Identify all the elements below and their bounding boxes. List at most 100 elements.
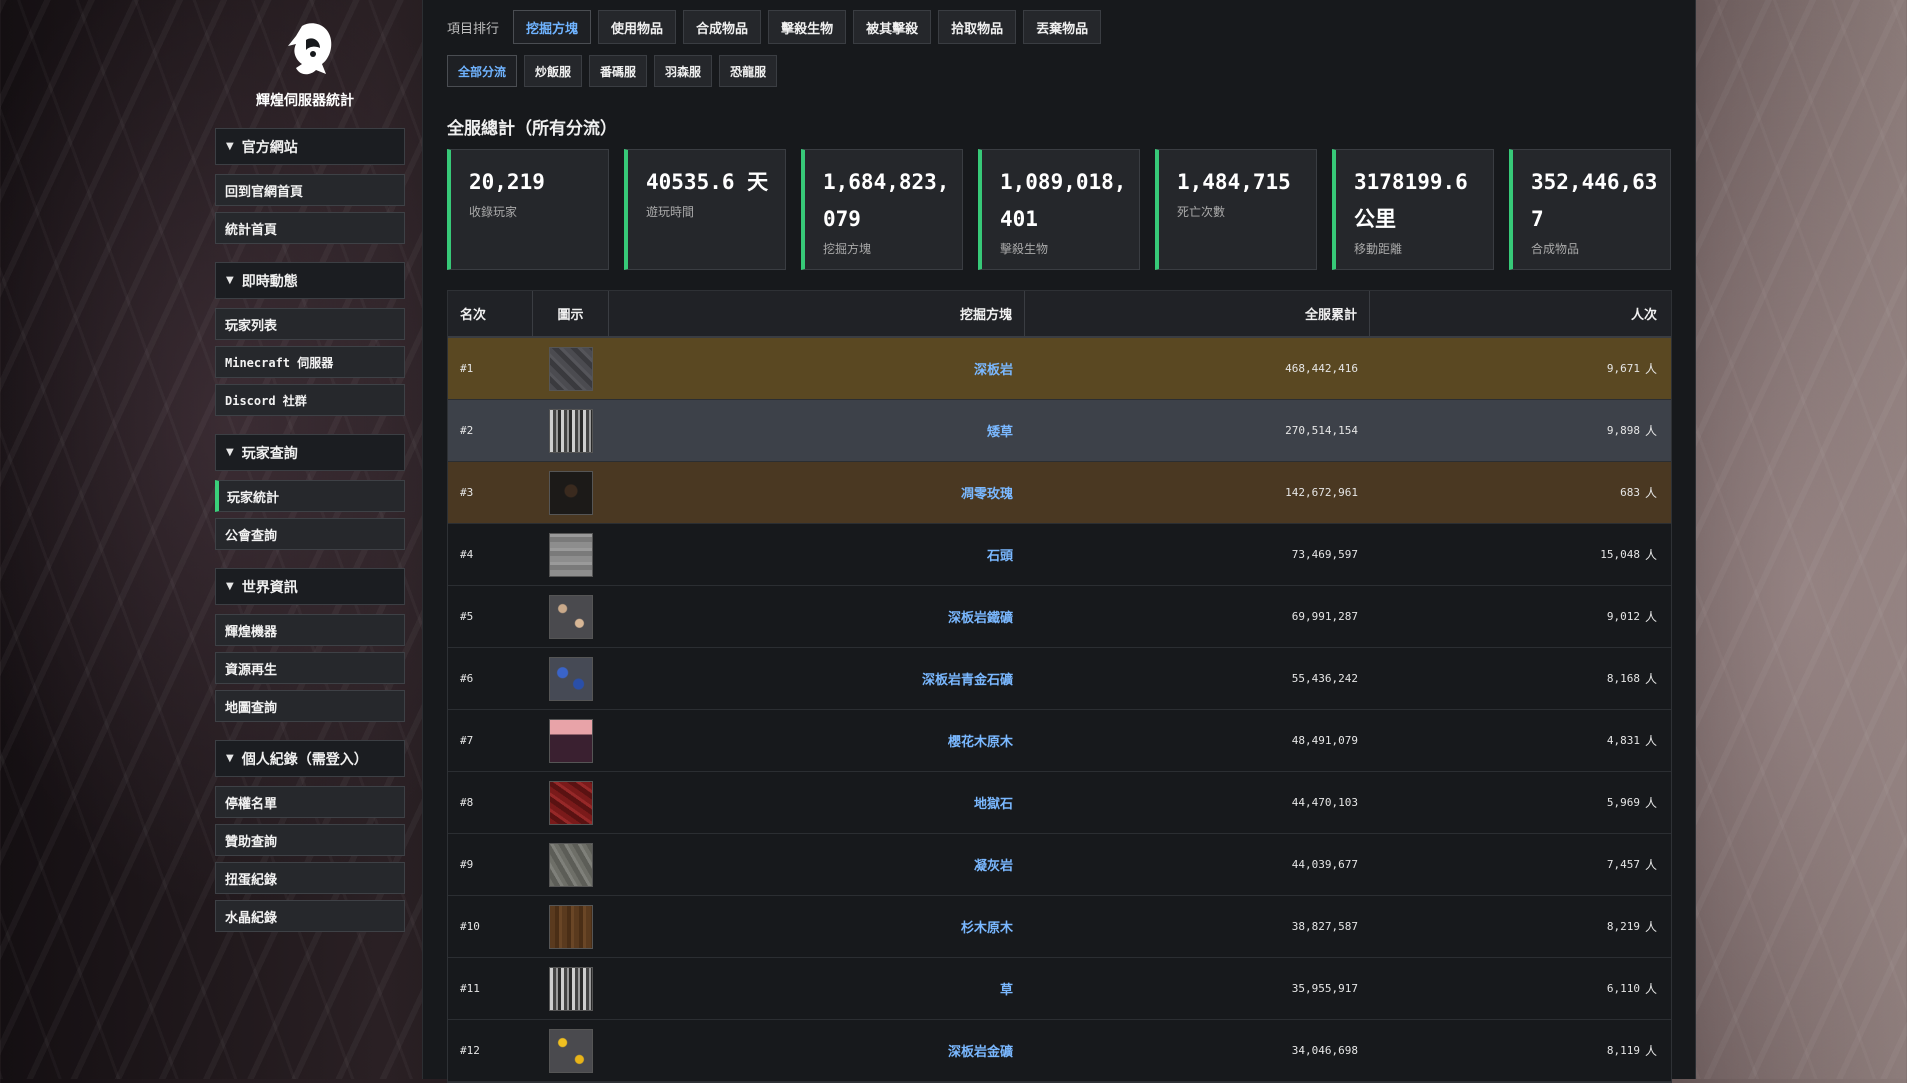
count-cell: 4,831 人 xyxy=(1370,710,1669,771)
wither-rose-block-icon xyxy=(549,470,593,515)
server-tabs: 全部分流 炒飯服 番碼服 羽森服 恐龍服 xyxy=(447,55,784,87)
count-unit: 人 xyxy=(1644,672,1657,686)
count-value: 8,168 xyxy=(1606,672,1640,685)
block-link[interactable]: 深板岩金礦 xyxy=(948,1041,1013,1060)
block-link[interactable]: 杉木原木 xyxy=(961,917,1013,936)
netherrack-block-icon xyxy=(549,780,593,825)
count-cell: 9,012 人 xyxy=(1370,586,1669,647)
count-unit: 人 xyxy=(1644,796,1657,810)
block-link[interactable]: 矮草 xyxy=(987,421,1013,440)
sidebar-item[interactable]: 水晶紀錄 xyxy=(215,900,405,932)
count-unit: 人 xyxy=(1644,610,1657,624)
sidebar-item[interactable]: 贊助查詢 xyxy=(215,824,405,856)
tab-category[interactable]: 挖掘方塊 xyxy=(513,10,592,44)
sidebar-item[interactable]: 停權名單 xyxy=(215,786,405,818)
sidebar-item[interactable]: 扭蛋紀錄 xyxy=(215,862,405,894)
stat-label: 收錄玩家 xyxy=(469,205,518,219)
tab-category[interactable]: 丟棄物品 xyxy=(1023,10,1102,44)
caret-down-icon: ▼ xyxy=(226,447,234,458)
tab-category[interactable]: 合成物品 xyxy=(683,10,762,44)
spruce-log-block-icon xyxy=(549,904,593,949)
block-link[interactable]: 深板岩 xyxy=(974,359,1013,378)
count-cell: 15,048 人 xyxy=(1370,524,1669,585)
sidebar-item[interactable]: 公會查詢 xyxy=(215,518,405,550)
header-rank[interactable]: 名次 xyxy=(448,291,533,336)
count-unit: 人 xyxy=(1644,548,1657,562)
icon-cell xyxy=(533,834,609,895)
sidebar-item[interactable]: 回到官網首頁 xyxy=(215,174,405,206)
tab-category[interactable]: 被其擊殺 xyxy=(853,10,932,44)
tab-server[interactable]: 全部分流 xyxy=(447,55,518,87)
block-link[interactable]: 深板岩青金石礦 xyxy=(922,669,1013,688)
total-cell: 468,442,416 xyxy=(1285,362,1358,375)
nav-group-header[interactable]: ▼ 世界資訊 xyxy=(215,568,405,605)
sidebar-item[interactable]: 資源再生 xyxy=(215,652,405,684)
block-link[interactable]: 深板岩鐵礦 xyxy=(948,607,1013,626)
count-unit: 人 xyxy=(1644,734,1657,748)
name-cell: 櫻花木原木 xyxy=(609,710,1025,771)
tabs-label: 項目排行 xyxy=(447,21,500,37)
block-link[interactable]: 草 xyxy=(1000,979,1013,998)
count-value: 683 xyxy=(1620,486,1640,499)
table-row: #6 深板岩青金石礦 55,436,242 8,168 人 xyxy=(448,648,1671,710)
tab-server[interactable]: 恐龍服 xyxy=(719,55,778,87)
icon-cell xyxy=(533,462,609,523)
nav-group-header[interactable]: ▼ 官方網站 xyxy=(215,128,405,165)
block-link[interactable]: 凋零玫瑰 xyxy=(961,483,1013,502)
stat-card: 3178199.6 公里 移動距離 xyxy=(1332,149,1494,270)
header-icon: 圖示 xyxy=(533,291,609,336)
rank-cell: #11 xyxy=(460,982,480,995)
count-value: 6,110 xyxy=(1606,982,1640,995)
count-unit: 人 xyxy=(1644,424,1657,438)
block-link[interactable]: 凝灰岩 xyxy=(974,855,1013,874)
sidebar-item[interactable]: Minecraft 伺服器 xyxy=(215,346,405,378)
deepslate-iron-block-icon xyxy=(549,594,593,639)
tab-category[interactable]: 使用物品 xyxy=(598,10,677,44)
count-unit: 人 xyxy=(1644,486,1657,500)
name-cell: 深板岩 xyxy=(609,338,1025,399)
rank-cell: #5 xyxy=(460,610,474,623)
tab-server[interactable]: 羽森服 xyxy=(654,55,713,87)
nav-group: ▼ 即時動態玩家列表 Minecraft 伺服器 Discord 社群 xyxy=(215,262,405,416)
sidebar-item[interactable]: 玩家統計 xyxy=(215,480,405,512)
sidebar: 輝煌伺服器統計 ▼ 官方網站 回到官網首頁 統計首頁 ▼ 即時動態 玩家列表 Minecraf… xyxy=(0,0,420,1079)
sidebar-item[interactable]: 玩家列表 xyxy=(215,308,405,340)
block-link[interactable]: 地獄石 xyxy=(974,793,1013,812)
header-count[interactable]: 人次 xyxy=(1370,291,1669,336)
total-cell: 44,470,103 xyxy=(1291,796,1358,809)
count-unit: 人 xyxy=(1644,920,1657,934)
name-cell: 地獄石 xyxy=(609,772,1025,833)
count-unit: 人 xyxy=(1644,858,1657,872)
sidebar-item[interactable]: 統計首頁 xyxy=(215,212,405,244)
tab-server[interactable]: 炒飯服 xyxy=(524,55,583,87)
total-cell: 35,955,917 xyxy=(1291,982,1358,995)
rank-cell: #8 xyxy=(460,796,474,809)
total-cell: 38,827,587 xyxy=(1291,920,1358,933)
table-row: #7 櫻花木原木 48,491,079 4,831 人 xyxy=(448,710,1671,772)
tuff-block-icon xyxy=(549,842,593,887)
nav-group-header[interactable]: ▼ 玩家查詢 xyxy=(215,434,405,471)
rank-cell: #4 xyxy=(460,548,474,561)
count-cell: 9,898 人 xyxy=(1370,400,1669,461)
total-cell: 34,046,698 xyxy=(1291,1044,1358,1057)
sidebar-nav: ▼ 官方網站回到官網首頁 統計首頁 ▼ 即時動態玩家列表 Minecraft 伺服器 Dis… xyxy=(215,128,405,950)
sidebar-item[interactable]: 地圖查詢 xyxy=(215,690,405,722)
block-link[interactable]: 石頭 xyxy=(987,545,1013,564)
caret-down-icon: ▼ xyxy=(226,581,234,592)
nav-group-header[interactable]: ▼ 即時動態 xyxy=(215,262,405,299)
table-body: #1 深板岩 468,442,416 9,671 人 #2 矮草 270,514,154 9,8… xyxy=(448,338,1671,1082)
header-total[interactable]: 全服累計 xyxy=(1025,291,1370,336)
sidebar-item[interactable]: 輝煌機器 xyxy=(215,614,405,646)
header-name[interactable]: 挖掘方塊 xyxy=(609,291,1025,336)
count-cell: 683 人 xyxy=(1370,462,1669,523)
rank-cell: #2 xyxy=(460,424,474,437)
nav-group-header[interactable]: ▼ 個人紀錄（需登入） xyxy=(215,740,405,777)
tab-category[interactable]: 擊殺生物 xyxy=(768,10,847,44)
sidebar-item[interactable]: Discord 社群 xyxy=(215,384,405,416)
deepslate-gold-block-icon xyxy=(549,1028,593,1073)
name-cell: 凝灰岩 xyxy=(609,834,1025,895)
table-row: #12 深板岩金礦 34,046,698 8,119 人 xyxy=(448,1020,1671,1082)
tab-category[interactable]: 拾取物品 xyxy=(938,10,1017,44)
tab-server[interactable]: 番碼服 xyxy=(589,55,648,87)
block-link[interactable]: 櫻花木原木 xyxy=(948,731,1013,750)
